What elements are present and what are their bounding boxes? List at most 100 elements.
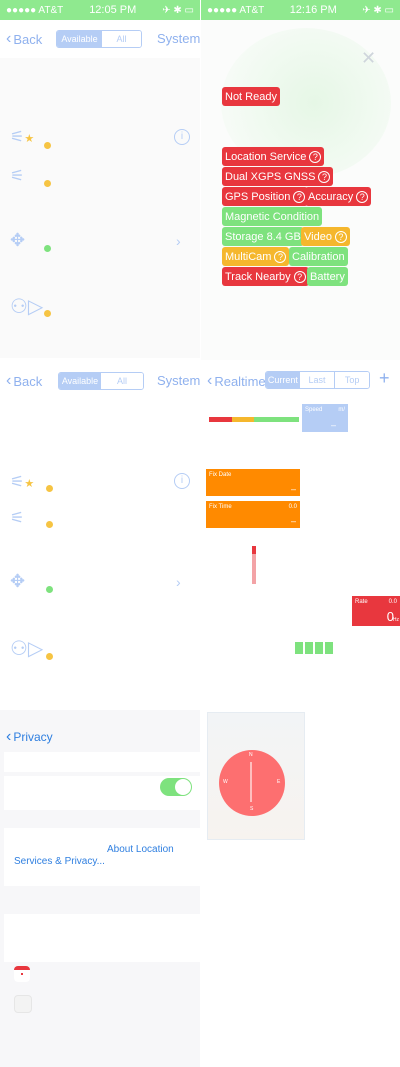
badge-magnetic-condition: Magnetic Condition [222,207,323,226]
rate-unit: Hz [392,617,399,623]
compass-needle [250,762,252,802]
satellite-icon: ⚟ [10,510,25,527]
fix-date-tile: Fix Date – [206,469,300,496]
panel-privacy: ‹ Privacy About Location Services & Priv… [0,710,200,1067]
move-arrows-icon: ✥ [10,230,26,250]
gps-satellite-icon: ⚟★ [10,129,35,146]
status-dot-yellow [44,180,51,187]
move-arrows-icon: ✥ [10,571,26,591]
status-icons: ✈ ✱ ▭ [162,4,194,16]
help-icon: ? [309,150,322,163]
about-location-link[interactable]: About Location [107,844,174,855]
system-button[interactable]: System [157,31,200,46]
status-dot-yellow [46,521,53,528]
tab-last[interactable]: Last [299,372,335,388]
info-icon[interactable]: i [174,129,190,145]
fix-time-tile: Fix Time 0.0 – [206,501,300,528]
status-dot-yellow [44,310,51,317]
tab-top[interactable]: Top [334,372,369,388]
video-camera-icon: ⚇▷ [10,638,44,660]
status-dot-yellow [44,142,51,149]
fix-date-label: Fix Date [209,472,232,478]
badge-video[interactable]: Video? [301,227,350,246]
tab-available[interactable]: Available [57,31,102,47]
rate-value-top: 0.0 [388,599,397,605]
carrier-label: ●●●●● AT&T [207,4,265,16]
app-icon-blank [14,995,32,1013]
help-icon: ? [356,190,369,203]
realtime-back-button[interactable]: ‹ Realtime [207,372,266,390]
chevron-right-icon[interactable]: › [176,574,181,590]
realtime-label: Realtime [214,373,266,389]
panel-compass: N E S W [201,710,400,1067]
rate-label: Rate [355,599,368,605]
add-button[interactable]: + [379,368,390,389]
tab-all[interactable]: All [101,373,143,389]
segmented-control: Current Last Top [265,371,370,389]
speed-value: – [330,420,336,430]
compass-e: E [277,779,281,785]
back-button[interactable]: ‹ Back [6,30,42,48]
satellite-icon: ⚟ [10,168,25,185]
status-dot-yellow [46,485,53,492]
panel-settings-available-1: ●●●●● AT&T 12:05 PM ✈ ✱ ▭ ‹ Back Availab… [0,0,200,360]
badge-calibration: Calibration [289,247,348,266]
clock-label: 12:05 PM [89,4,137,16]
help-icon: ? [293,270,306,283]
help-icon: ? [274,250,287,263]
badge-multicam[interactable]: MultiCam? [222,247,290,266]
compass-w: W [223,779,228,785]
speed-tile: Speed m/ – [302,404,348,432]
fix-time-label: Fix Time [209,504,232,510]
video-camera-icon: ⚇▷ [10,296,44,318]
fix-time-value: 0.0 [288,504,297,510]
status-dot-yellow [46,653,53,660]
app-list-row [4,914,200,962]
chevron-left-icon: ‹ [6,728,12,745]
help-icon: ? [293,190,306,203]
rate-tile: Rate 0.0 0 Hz [352,596,400,626]
badge-accuracy[interactable]: Accuracy? [305,187,372,206]
speed-label: Speed [305,407,323,413]
help-icon: ? [318,170,331,183]
chevron-left-icon: ‹ [6,30,12,47]
panel-realtime: ‹ Realtime Current Last Top + Speed m/ –… [201,362,400,702]
back-button[interactable]: ‹ Back [6,372,42,390]
fix-time-sub: – [290,516,296,526]
compass-n: N [249,752,253,758]
panel-status-overlay: ●●●●● AT&T 12:16 PM ✈ ✱ ▭ ✕ Not Ready Lo… [201,0,400,360]
compass-dial: N E S W [219,750,285,816]
privacy-back-button[interactable]: ‹ Privacy [6,728,53,746]
signal-strength-bar [209,417,299,422]
badge-storage: Storage 8.4 GB [222,227,304,246]
speed-unit: m/ [338,407,345,413]
badge-gps-position[interactable]: GPS Position? [222,187,309,206]
settings-row [4,752,200,772]
badge-battery: Battery [307,267,348,286]
segmented-control: Available All [58,372,144,390]
back-label: Back [13,373,43,389]
privacy-label: Privacy [13,730,53,744]
tab-available[interactable]: Available [59,373,101,389]
status-dot-green [46,586,53,593]
fix-date-value: – [290,484,296,494]
badge-location-service[interactable]: Location Service? [222,147,325,166]
battery-indicator [295,642,333,654]
location-services-toggle[interactable] [160,778,192,796]
close-icon[interactable]: ✕ [361,48,376,69]
badge-dual-xgps[interactable]: Dual XGPS GNSS? [222,167,334,186]
compass-s: S [250,806,254,812]
chevron-left-icon: ‹ [6,372,12,389]
clock-label: 12:16 PM [289,4,337,16]
status-dot-green [44,245,51,252]
services-privacy-link[interactable]: Services & Privacy... [14,856,105,867]
carrier-label: ●●●●● AT&T [6,4,64,16]
chevron-right-icon[interactable]: › [176,233,181,249]
tab-all[interactable]: All [102,31,141,47]
status-bar: ●●●●● AT&T 12:16 PM ✈ ✱ ▭ [201,0,400,20]
tab-current[interactable]: Current [266,372,300,388]
segmented-control: Available All [56,30,142,48]
system-button[interactable]: System [157,373,200,388]
info-icon[interactable]: i [174,473,190,489]
badge-track-nearby[interactable]: Track Nearby? [222,267,309,286]
